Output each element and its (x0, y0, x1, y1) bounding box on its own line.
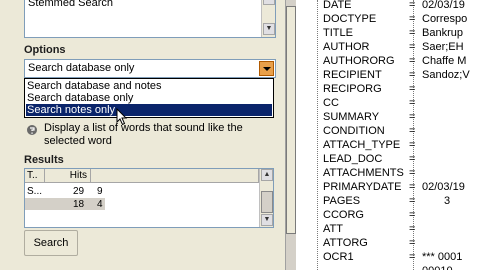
scroll-up-icon[interactable]: ▲ (263, 0, 275, 5)
field-name: ATTORG (323, 237, 368, 249)
field-name: SUMMARY (323, 111, 380, 123)
option-search-database-only[interactable]: Search database only (26, 92, 272, 104)
field-value: Sandoz;V (422, 69, 470, 81)
field-name: DATE (323, 0, 352, 11)
results-col-extra[interactable] (91, 169, 259, 183)
option-search-notes-only[interactable]: Search notes only (26, 104, 272, 116)
field-value: Chaffe M (422, 55, 467, 67)
search-button[interactable]: Search (24, 230, 78, 256)
results-col-type[interactable]: T.. (25, 169, 45, 183)
field-equals: = (409, 0, 416, 11)
document-fields-panel: DATE = 02/03/19 DOCTYPE = Correspo TITLE = Bankr… (297, 0, 480, 270)
field-value: 00010 (422, 264, 480, 270)
result-hits-cell: 18 (73, 199, 85, 210)
field-equals: = (409, 111, 416, 123)
field-equals: = (409, 41, 416, 53)
field-name: ATTACH_TYPE (323, 139, 401, 151)
field-name: OCR1 (323, 251, 354, 263)
field-value: *** 0001 (422, 251, 463, 263)
field-equals: = (409, 167, 416, 179)
scroll-down-icon[interactable]: ▼ (261, 214, 273, 226)
field-name: RECIPORG (323, 83, 382, 95)
table-row[interactable]: 18 4 (25, 198, 105, 210)
search-terms-box[interactable]: Stemmed Search ▲ ▼ (24, 0, 276, 38)
field-name: LEAD_DOC (323, 153, 383, 165)
result-hits-cell: 29 (73, 186, 85, 197)
field-name: TITLE (323, 27, 353, 39)
field-name: AUTHOR (323, 41, 370, 53)
search-terms-text: Stemmed Search (28, 0, 113, 9)
field-equals: = (409, 223, 416, 235)
results-grid[interactable]: T.. Hits S... 29 9 18 4 ▲ ▼ (24, 168, 274, 228)
result-type-cell: S... (27, 186, 43, 197)
field-name: PAGES (323, 195, 361, 207)
options-list[interactable]: Search database and notes Search databas… (24, 78, 274, 118)
field-value: 02/03/19 (422, 0, 465, 11)
results-scrollbar[interactable]: ▲ ▼ (259, 169, 273, 227)
field-equals: = (409, 55, 416, 67)
result-extra-cell: 9 (97, 186, 103, 197)
field-equals: = (409, 27, 416, 39)
field-name: CCORG (323, 209, 364, 221)
results-col-hits[interactable]: Hits (45, 169, 91, 183)
sounds-like-hint: Display a list of words that sound like … (44, 122, 243, 147)
field-value: 3 (444, 195, 451, 207)
result-extra-cell: 4 (97, 199, 103, 210)
field-name: ATTACHMENTS (323, 167, 404, 179)
search-terms-scrollbar[interactable]: ▲ ▼ (261, 0, 275, 37)
field-name: ATT (323, 223, 343, 235)
field-name: DOCTYPE (323, 13, 377, 25)
field-equals: = (409, 97, 416, 109)
dropdown-arrow-icon[interactable] (259, 61, 274, 76)
field-equals: = (409, 13, 416, 25)
field-name: RECIPIENT (323, 69, 382, 81)
divider (317, 0, 318, 270)
field-equals: = (409, 139, 416, 151)
field-name: AUTHORORG (323, 55, 395, 67)
field-equals: = (409, 251, 416, 263)
field-equals: = (409, 195, 416, 207)
panel-scroll-thumb[interactable] (286, 6, 296, 234)
field-equals: = (409, 125, 416, 137)
table-row[interactable]: S... 29 9 (25, 185, 259, 197)
field-value: Correspo (422, 13, 468, 25)
scroll-down-icon[interactable]: ▼ (263, 23, 275, 35)
options-dropdown[interactable]: Search database only (24, 59, 276, 78)
sounds-like-icon[interactable] (26, 124, 38, 136)
options-selected-value: Search database only (28, 62, 135, 74)
option-search-database-and-notes[interactable]: Search database and notes (26, 80, 272, 92)
search-panel: Stemmed Search ▲ ▼ Options Search databa… (0, 0, 296, 270)
field-name: CONDITION (323, 125, 385, 137)
results-scroll-thumb[interactable] (261, 191, 273, 213)
field-equals: = (409, 153, 416, 165)
options-label: Options (24, 44, 66, 56)
field-equals: = (409, 237, 416, 249)
field-value: Saer;EH (422, 41, 464, 53)
field-equals: = (409, 181, 416, 193)
field-value: 02/03/19 (422, 181, 465, 193)
scroll-up-icon[interactable]: ▲ (261, 169, 273, 181)
field-name: PRIMARYDATE (323, 181, 402, 193)
results-label: Results (24, 154, 64, 166)
panel-scrollbar[interactable] (285, 0, 296, 270)
field-name: CC (323, 97, 339, 109)
field-equals: = (409, 83, 416, 95)
field-equals: = (409, 209, 416, 221)
field-equals: = (409, 69, 416, 81)
field-value: Bankrup (422, 27, 463, 39)
